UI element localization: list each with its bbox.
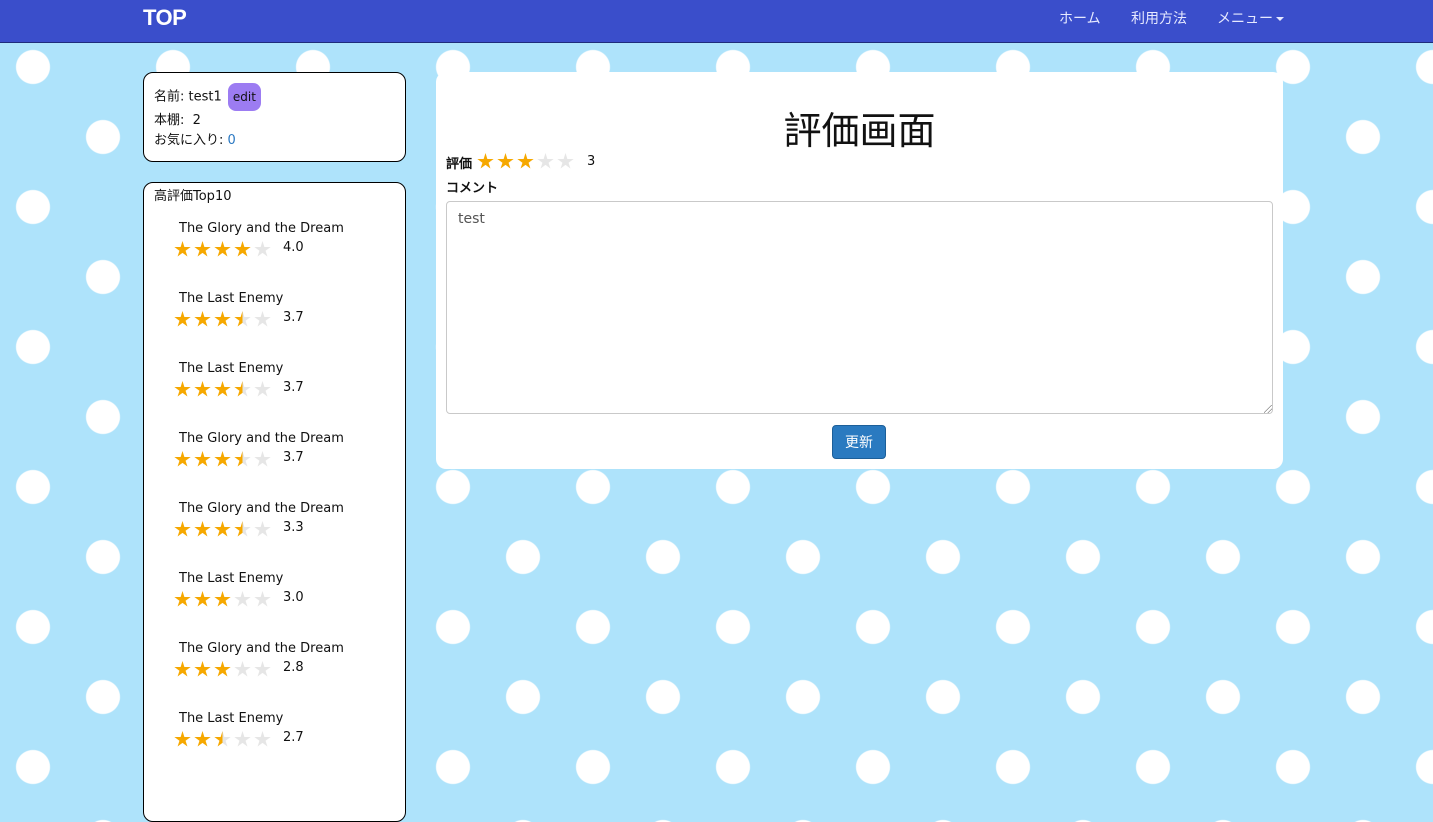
ranking-star-icon — [194, 451, 211, 467]
ranking-star-icon — [214, 731, 231, 747]
ranking-item-stars — [174, 591, 274, 608]
ranking-star-icon — [194, 521, 211, 537]
profile-favorites-row: お気に入り: 0 — [154, 131, 395, 151]
ranking-item-score: 2.8 — [283, 660, 304, 675]
favorites-count-link[interactable]: 0 — [228, 133, 236, 148]
ranking-star-icon — [254, 381, 271, 397]
ranking-star-icon — [174, 731, 191, 747]
ranking-star-icon — [254, 241, 271, 257]
ranking-star-icon — [174, 451, 191, 467]
ranking-panel: 高評価Top10 The Glory and the Dream 4.0 The L… — [143, 182, 406, 822]
ranking-star-icon — [234, 661, 251, 677]
ranking-item-score: 3.7 — [283, 450, 304, 465]
rating-input-star-icon[interactable] — [517, 153, 534, 169]
ranking-item-title[interactable]: The Last Enemy — [179, 711, 283, 726]
ranking-item-title[interactable]: The Glory and the Dream — [179, 431, 344, 446]
nav-menu-label: メニュー — [1217, 11, 1273, 27]
ranking-star-icon — [214, 521, 231, 537]
nav-home-link[interactable]: ホーム — [1059, 8, 1101, 28]
ranking-star-icon — [214, 241, 231, 257]
ranking-star-icon — [234, 521, 251, 537]
ranking-star-icon — [254, 311, 271, 327]
ranking-star-icon — [214, 661, 231, 677]
ranking-star-icon — [254, 591, 271, 607]
ranking-star-icon — [194, 731, 211, 747]
rating-value: 3 — [587, 154, 596, 169]
ranking-star-icon — [234, 731, 251, 747]
rating-input-star-icon[interactable] — [557, 153, 574, 169]
ranking-star-icon — [254, 521, 271, 537]
ranking-item-stars — [174, 311, 274, 328]
textarea-resize-handle[interactable] — [1264, 405, 1272, 413]
ranking-star-icon — [174, 521, 191, 537]
ranking-star-icon — [214, 381, 231, 397]
ranking-item-score: 3.7 — [283, 310, 304, 325]
ranking-star-icon — [194, 591, 211, 607]
ranking-star-icon — [254, 451, 271, 467]
ranking-item-title[interactable]: The Glory and the Dream — [179, 641, 344, 656]
ranking-item-title[interactable]: The Glory and the Dream — [179, 221, 344, 236]
ranking-star-icon — [194, 661, 211, 677]
ranking-item-title[interactable]: The Last Enemy — [179, 571, 283, 586]
favorites-label: お気に入り: — [154, 133, 228, 148]
edit-profile-button[interactable]: edit — [227, 83, 261, 111]
ranking-item-score: 3.7 — [283, 380, 304, 395]
rating-label: 評価 — [446, 157, 473, 172]
comment-textarea[interactable]: test — [446, 201, 1273, 414]
caret-down-icon — [1276, 17, 1284, 21]
ranking-item-title[interactable]: The Last Enemy — [179, 361, 283, 376]
ranking-star-icon — [194, 241, 211, 257]
ranking-item-title[interactable]: The Glory and the Dream — [179, 501, 344, 516]
ranking-star-icon — [234, 451, 251, 467]
ranking-star-icon — [174, 591, 191, 607]
review-panel: 評価画面 評価 3 コメント test 更新 — [436, 72, 1283, 469]
ranking-item-score: 3.0 — [283, 590, 304, 605]
ranking-item-stars — [174, 381, 274, 398]
ranking-star-icon — [234, 381, 251, 397]
ranking-item-score: 2.7 — [283, 730, 304, 745]
profile-name: 名前: test1 — [154, 89, 222, 105]
ranking-star-icon — [174, 311, 191, 327]
rating-input-star-icon[interactable] — [477, 153, 494, 169]
navbar: TOP ホーム 利用方法 メニュー — [0, 0, 1433, 43]
ranking-star-icon — [174, 241, 191, 257]
rating-star-input[interactable] — [477, 153, 577, 170]
ranking-star-icon — [254, 661, 271, 677]
ranking-item-stars — [174, 241, 274, 258]
page-title: 評価画面 — [783, 109, 936, 153]
brand-link[interactable]: TOP — [143, 5, 187, 31]
ranking-star-icon — [214, 591, 231, 607]
ranking-star-icon — [234, 241, 251, 257]
ranking-star-icon — [174, 661, 191, 677]
ranking-item-stars — [174, 451, 274, 468]
profile-shelf: 本棚: 2 — [154, 113, 201, 128]
nav-usage-link[interactable]: 利用方法 — [1131, 8, 1187, 28]
profile-name-row: 名前: test1 edit — [154, 83, 395, 111]
ranking-item-score: 3.3 — [283, 520, 304, 535]
ranking-item-stars — [174, 521, 274, 538]
ranking-star-icon — [214, 451, 231, 467]
rating-input-star-icon[interactable] — [537, 153, 554, 169]
ranking-star-icon — [234, 311, 251, 327]
rating-input-star-icon[interactable] — [497, 153, 514, 169]
comment-label: コメント — [446, 181, 499, 196]
ranking-item-stars — [174, 661, 274, 678]
profile-panel: 名前: test1 edit 本棚: 2 お気に入り: 0 — [143, 72, 406, 162]
ranking-star-icon — [254, 731, 271, 747]
ranking-star-icon — [194, 381, 211, 397]
ranking-star-icon — [234, 591, 251, 607]
ranking-item-score: 4.0 — [283, 240, 304, 255]
ranking-item-title[interactable]: The Last Enemy — [179, 291, 283, 306]
ranking-item-stars — [174, 731, 274, 748]
ranking-star-icon — [194, 311, 211, 327]
update-button[interactable]: 更新 — [832, 425, 886, 459]
ranking-title: 高評価Top10 — [154, 189, 232, 204]
ranking-star-icon — [174, 381, 191, 397]
ranking-star-icon — [214, 311, 231, 327]
nav-menu-dropdown[interactable]: メニュー — [1217, 8, 1284, 28]
